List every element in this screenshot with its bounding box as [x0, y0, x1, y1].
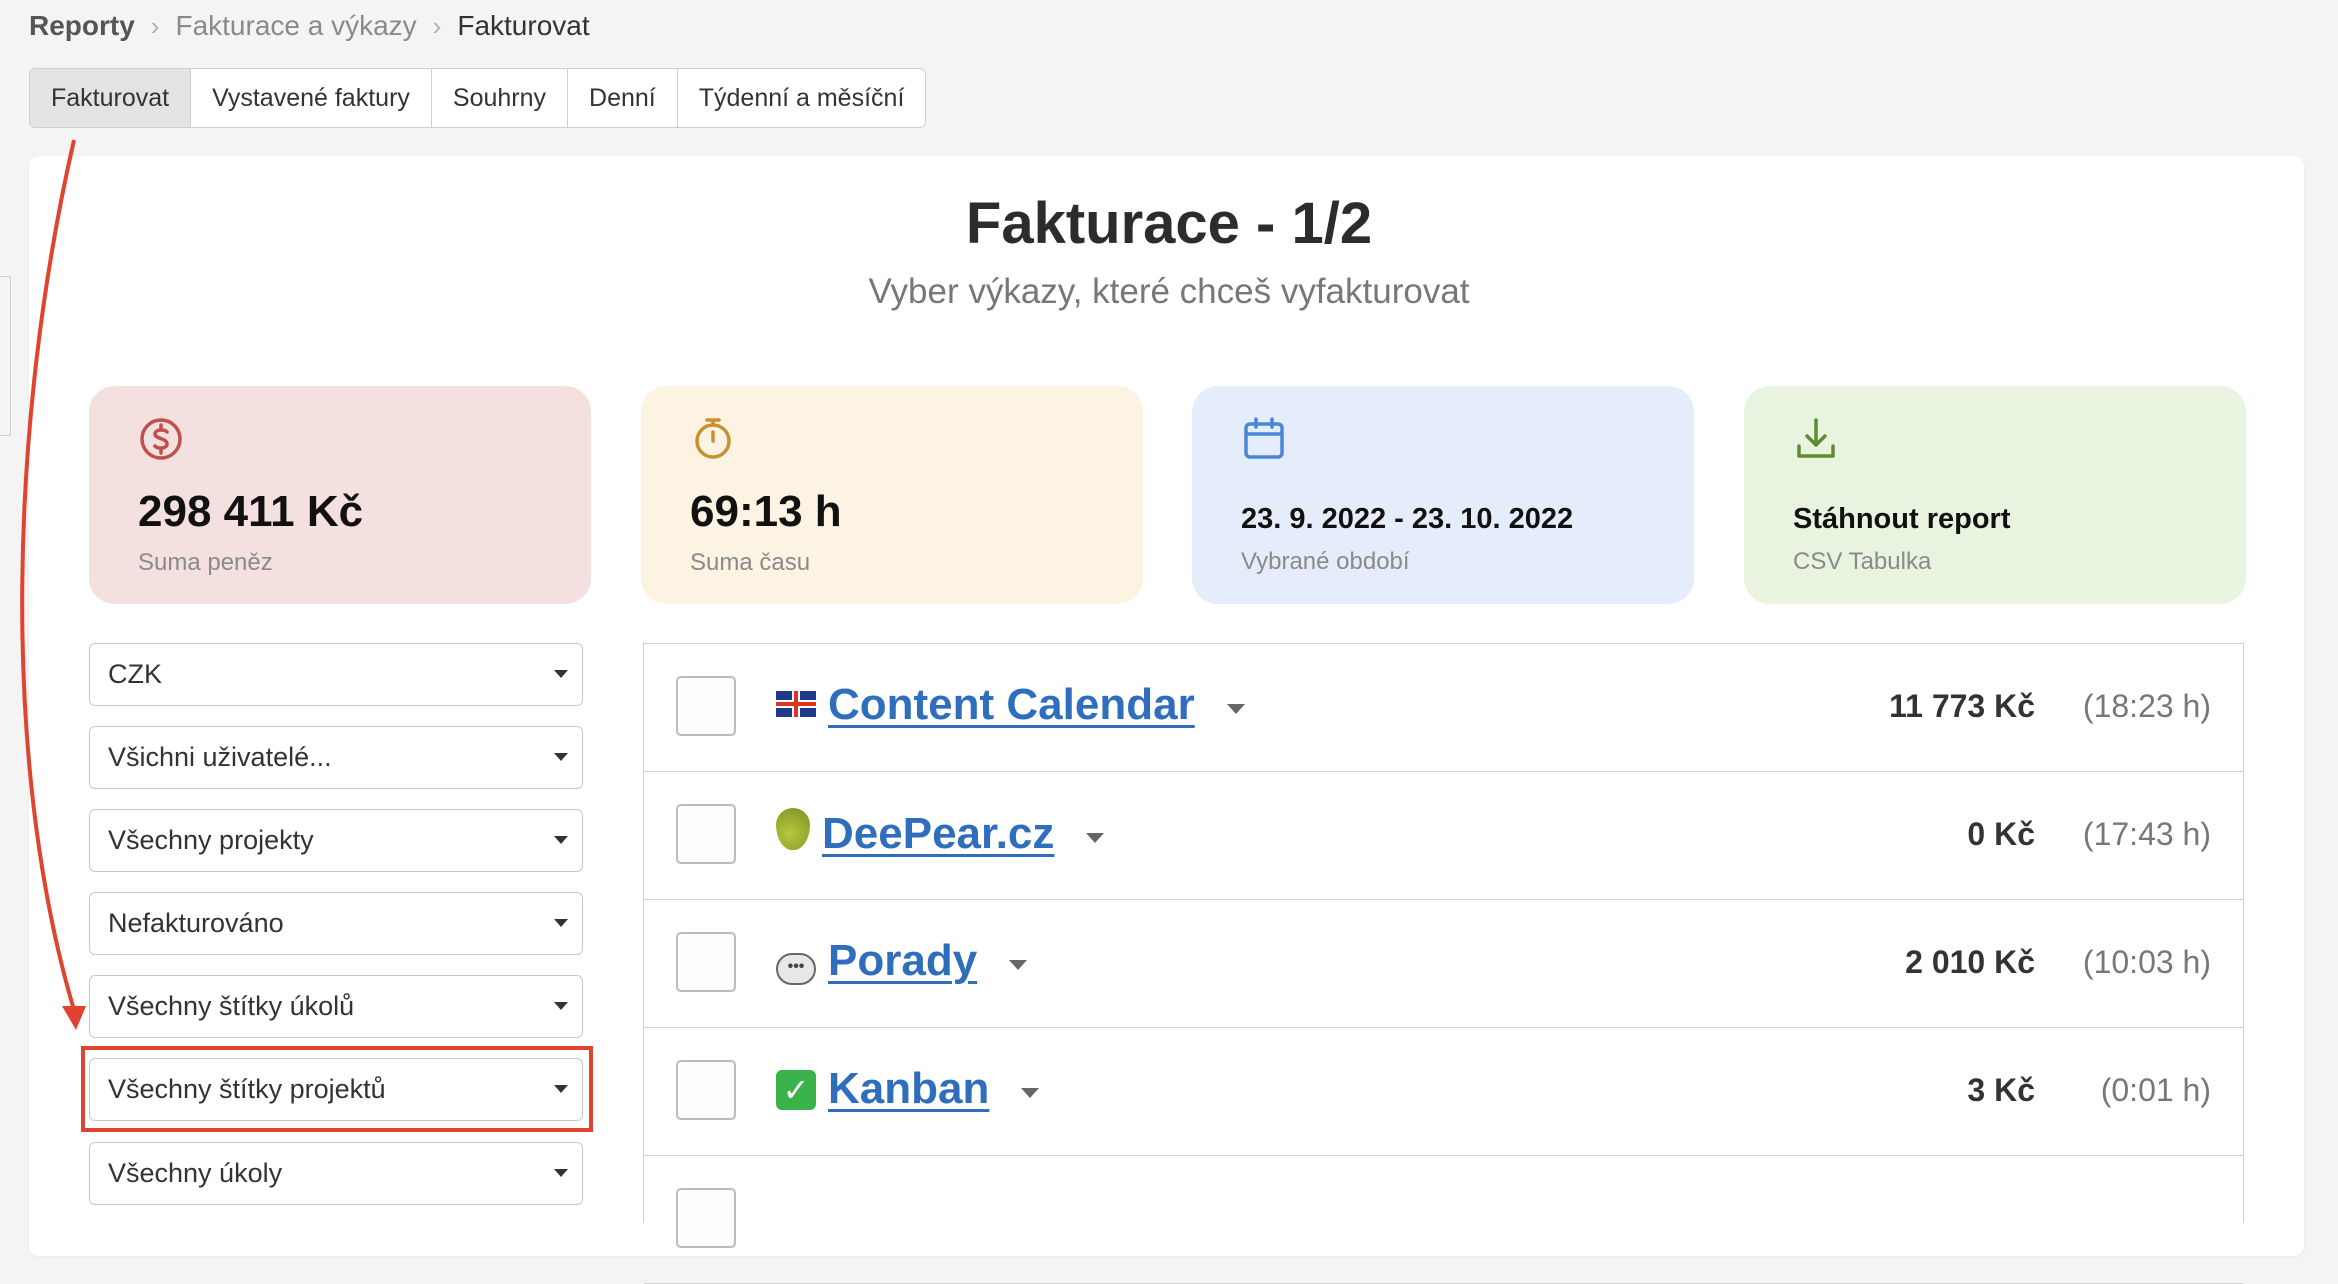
caret-down-icon	[554, 1169, 568, 1177]
sum-time-label: Suma času	[690, 549, 811, 576]
project-name[interactable]: Content Calendar	[776, 680, 1245, 730]
billing-status-select-value: Nefakturováno	[108, 908, 284, 938]
caret-down-icon	[554, 670, 568, 678]
project-name[interactable]: ✓ Kanban	[776, 1064, 1040, 1114]
check-mark-icon: ✓	[776, 1068, 816, 1111]
users-select-value: Všichni uživatelé...	[108, 742, 332, 772]
breadcrumb: Reporty › Fakturace a výkazy › Fakturova…	[29, 10, 590, 42]
sum-money-card: 298 411 Kč Suma peněz	[89, 386, 591, 604]
currency-select-value: CZK	[108, 659, 162, 689]
download-report-value: Stáhnout report	[1793, 503, 2011, 535]
breadcrumb-current: Fakturovat	[457, 10, 590, 41]
page-subtitle: Vyber výkazy, které chceš vyfakturovat	[868, 272, 1470, 311]
project-link[interactable]: Content Calendar	[828, 680, 1195, 730]
project-row: DeePear.cz 0 Kč (17:43 h)	[644, 772, 2243, 900]
calendar-icon	[1244, 417, 1284, 459]
caret-down-icon	[554, 1002, 568, 1010]
report-tabs: Fakturovat Vystavené faktury Souhrny Den…	[29, 68, 927, 128]
breadcrumb-reporty[interactable]: Reporty	[29, 10, 135, 42]
project-checkbox[interactable]	[676, 932, 736, 992]
project-checkbox[interactable]	[676, 676, 736, 736]
project-hours: (0:01 h)	[2100, 1072, 2211, 1108]
project-hours: (18:23 h)	[2082, 688, 2211, 724]
project-row	[644, 1156, 2243, 1284]
task-tags-select[interactable]: Všechny štítky úkolů	[89, 975, 583, 1038]
caret-down-icon[interactable]	[1009, 960, 1028, 970]
sum-money-value: 298 411 Kč	[138, 487, 364, 536]
selected-period-card[interactable]: 23. 9. 2022 - 23. 10. 2022 Vybrané obdob…	[1192, 386, 1694, 604]
tab-souhrny[interactable]: Souhrny	[432, 69, 569, 127]
project-name[interactable]: DeePear.cz	[776, 808, 1105, 860]
project-checkbox[interactable]	[676, 1060, 736, 1120]
download-report-label: CSV Tabulka	[1793, 548, 1932, 575]
selected-period-label: Vybrané období	[1241, 548, 1410, 575]
highlight-box	[81, 1046, 593, 1132]
uk-flag-icon	[776, 684, 816, 727]
currency-select[interactable]: CZK	[89, 643, 583, 706]
project-link[interactable]: Porady	[828, 936, 977, 986]
sum-time-card: 69:13 h Suma času	[641, 386, 1143, 604]
breadcrumb-fakturace[interactable]: Fakturace a výkazy	[175, 10, 416, 42]
project-amount: 11 773 Kč	[1889, 688, 2035, 724]
project-list: Content Calendar 11 773 Kč (18:23 h) Dee…	[643, 643, 2244, 1284]
project-amount: 2 010 Kč	[1905, 944, 2035, 980]
project-checkbox[interactable]	[676, 1188, 736, 1248]
caret-down-icon	[554, 753, 568, 761]
tab-denni[interactable]: Denní	[568, 69, 678, 127]
chevron-right-icon: ›	[150, 10, 160, 41]
dollar-circle-icon	[140, 418, 182, 460]
selected-period-value: 23. 9. 2022 - 23. 10. 2022	[1241, 503, 1574, 535]
caret-down-icon	[554, 919, 568, 927]
caret-down-icon[interactable]	[1021, 1088, 1040, 1098]
caret-down-icon[interactable]	[1086, 833, 1105, 843]
download-icon	[1797, 418, 1835, 458]
project-checkbox[interactable]	[676, 804, 736, 864]
project-link[interactable]: DeePear.cz	[822, 809, 1054, 859]
tasks-select-value: Všechny úkoly	[108, 1158, 283, 1188]
pear-icon	[776, 808, 810, 860]
caret-down-icon[interactable]	[1226, 704, 1245, 714]
page-title: Fakturace - 1/2	[965, 191, 1373, 256]
project-row: ••• Porady 2 010 Kč (10:03 h)	[644, 900, 2243, 1028]
task-tags-select-value: Všechny štítky úkolů	[108, 991, 355, 1021]
tab-vystavene-faktury[interactable]: Vystavené faktury	[191, 69, 432, 127]
projects-select-value: Všechny projekty	[108, 825, 314, 855]
project-hours: (17:43 h)	[2082, 816, 2211, 852]
project-row: Content Calendar 11 773 Kč (18:23 h)	[644, 644, 2243, 772]
chevron-right-icon: ›	[432, 10, 442, 41]
tab-tydenni-mesicni[interactable]: Týdenní a měsíční	[678, 69, 926, 127]
projects-select[interactable]: Všechny projekty	[89, 809, 583, 872]
sum-money-label: Suma peněz	[138, 549, 273, 576]
project-name[interactable]: ••• Porady	[776, 936, 1028, 986]
tasks-select[interactable]: Všechny úkoly	[89, 1142, 583, 1205]
project-amount: 3 Kč	[1967, 1072, 2035, 1108]
project-row: ✓ Kanban 3 Kč (0:01 h)	[644, 1028, 2243, 1156]
project-amount: 0 Kč	[1967, 816, 2035, 852]
project-link[interactable]: Kanban	[828, 1064, 989, 1114]
billing-status-select[interactable]: Nefakturováno	[89, 892, 583, 955]
users-select[interactable]: Všichni uživatelé...	[89, 726, 583, 789]
sum-time-value: 69:13 h	[690, 487, 842, 536]
project-hours: (10:03 h)	[2082, 944, 2211, 980]
caret-down-icon	[554, 836, 568, 844]
tab-fakturovat[interactable]: Fakturovat	[30, 69, 192, 127]
download-report-card[interactable]: Stáhnout report CSV Tabulka	[1744, 386, 2246, 604]
stopwatch-icon	[695, 418, 731, 459]
speech-bubble-icon: •••	[776, 938, 816, 985]
